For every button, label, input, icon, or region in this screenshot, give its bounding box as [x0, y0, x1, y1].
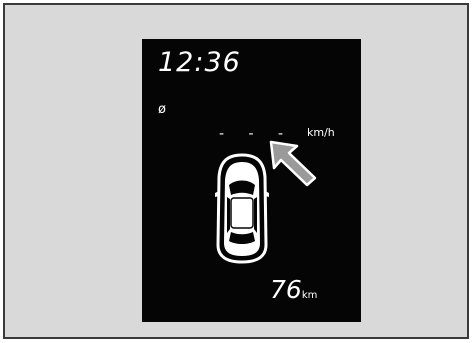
- range-unit-label: km: [301, 290, 318, 301]
- clock-readout: 12:36: [158, 47, 241, 78]
- range-readout: 76km: [270, 277, 317, 302]
- diameter-symbol: ø: [158, 102, 166, 117]
- illustration-frame: 12:36 ø - - - km/h 76km: [3, 3, 469, 339]
- instrument-display: 12:36 ø - - - km/h 76km: [142, 39, 361, 322]
- pointer-arrow-icon: [269, 140, 317, 187]
- range-value: 76: [270, 275, 302, 304]
- car-top-view-icon: [215, 153, 269, 264]
- speed-unit-label: km/h: [307, 126, 335, 139]
